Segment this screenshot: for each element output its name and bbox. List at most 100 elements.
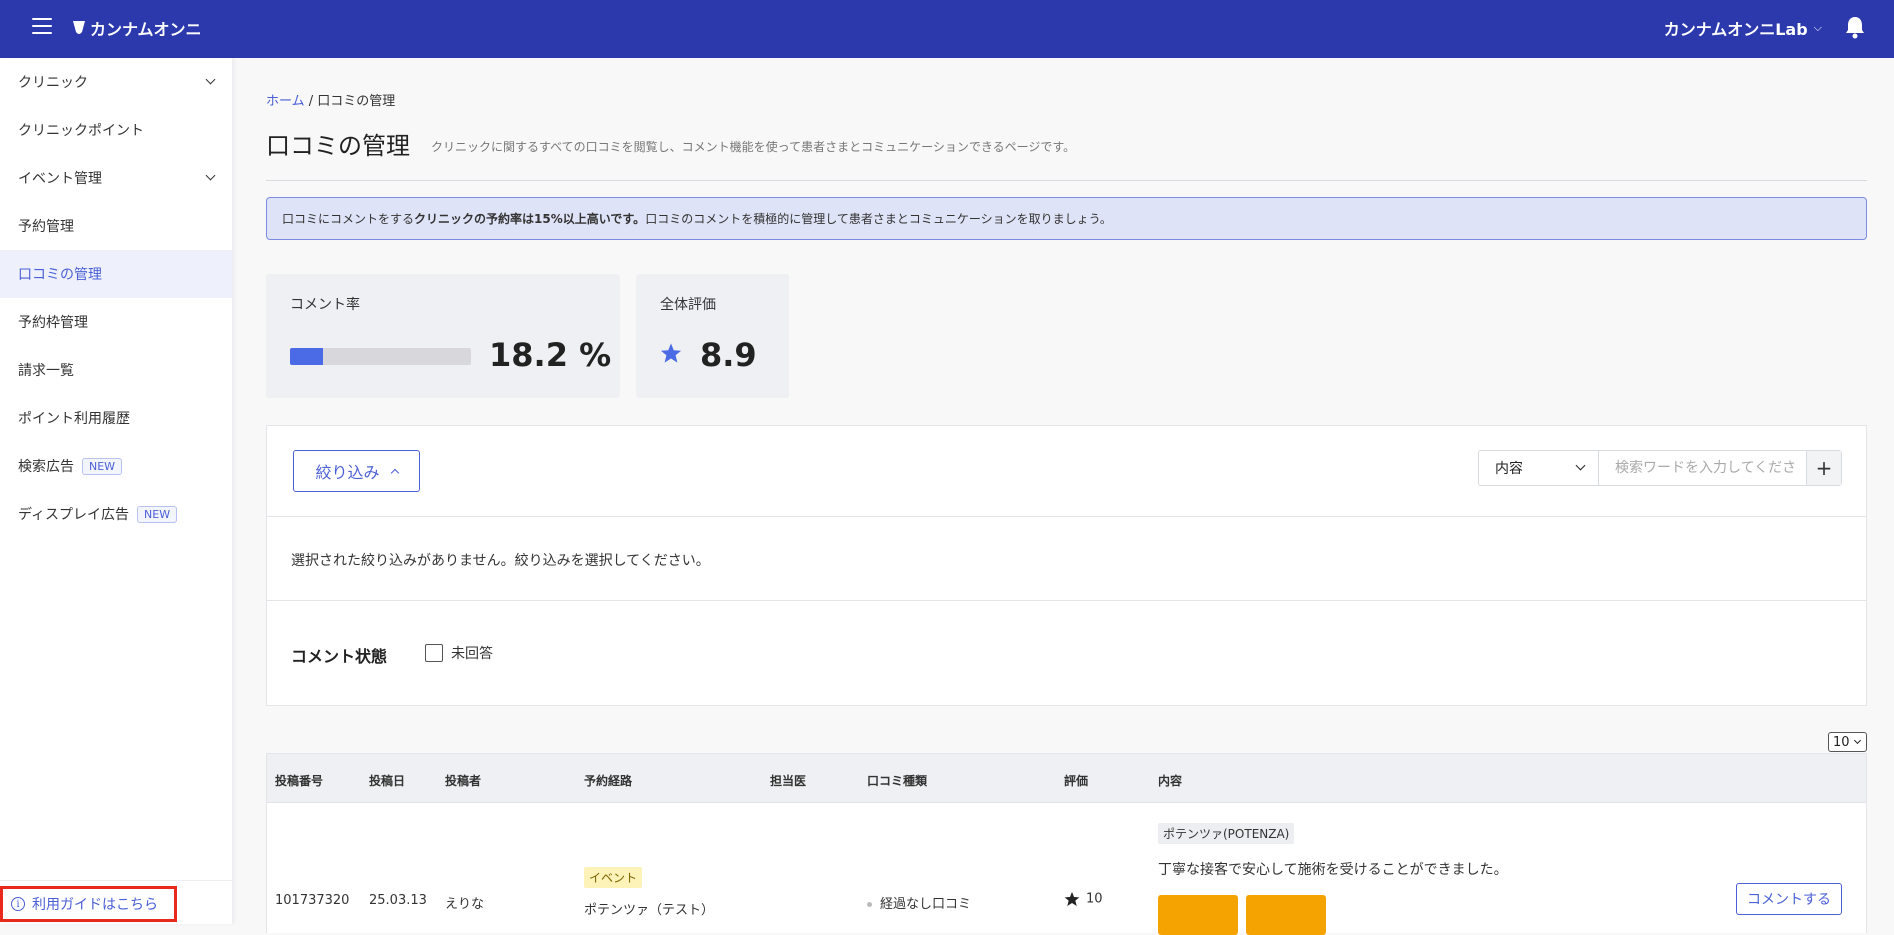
star-icon [660, 343, 682, 363]
post-author: えりな [445, 897, 485, 912]
sidebar-item-label: クリニックポイント [18, 123, 144, 139]
sidebar-item-label: 予約枠管理 [18, 315, 88, 331]
notice-highlight: クリニックの予約率は15%以上高いです。 [414, 212, 646, 226]
column-header-review-type: 口コミ種類 [867, 774, 928, 788]
bell-icon[interactable] [1844, 15, 1866, 39]
sidebar-item-invoices[interactable]: 請求一覧 [0, 346, 232, 394]
column-header-doctor: 担当医 [770, 774, 807, 788]
per-page-value: 10 [1833, 734, 1850, 750]
sidebar-item-reservations[interactable]: 予約管理 [0, 202, 232, 250]
comment-button[interactable]: コメントする [1736, 883, 1842, 915]
filter-toggle-button[interactable]: 絞り込み [293, 450, 420, 492]
treatment-tag: ポテンツァ(POTENZA) [1158, 823, 1295, 844]
logo-mark-icon [73, 21, 85, 34]
filter-button-label: 絞り込み [315, 463, 380, 482]
filter-panel: 絞り込み 内容 + 選択された絞り込みがありません。絞り込みを選択してください。… [266, 425, 1867, 706]
review-photo[interactable] [1158, 895, 1238, 935]
logo[interactable]: カンナムオンニ [72, 16, 202, 40]
table-header: 投稿番号 投稿日 投稿者 予約経路 担当医 口コミ種類 評価 内容 [266, 753, 1867, 803]
sidebar: クリニック クリニックポイント イベント管理 予約管理 口コミの管理 予約枠管理… [0, 58, 233, 924]
comment-rate-progress-fill [290, 348, 323, 365]
post-date: 25.03.13 [369, 893, 427, 908]
sidebar-item-booking-slots[interactable]: 予約枠管理 [0, 298, 232, 346]
sidebar-item-label: 口コミの管理 [18, 267, 102, 283]
comment-rate-value: 18.2 % [489, 336, 612, 374]
breadcrumb-separator: / [304, 94, 318, 109]
new-badge: NEW [137, 505, 178, 523]
chevron-down-icon [205, 170, 216, 181]
new-badge: NEW [82, 457, 123, 475]
breadcrumb-home-link[interactable]: ホーム [266, 94, 305, 109]
review-photo[interactable] [1246, 895, 1326, 935]
no-filter-message: 選択された絞り込みがありません。絞り込みを選択してください。 [291, 553, 710, 569]
chevron-down-icon [1575, 460, 1586, 471]
column-header-date: 投稿日 [369, 774, 406, 788]
sidebar-item-label: 予約管理 [18, 219, 74, 235]
sidebar-item-point-history[interactable]: ポイント利用履歴 [0, 394, 232, 442]
route-name: ポテンツァ（テスト） [584, 903, 715, 918]
review-content: 丁寧な接客で安心して施術を受けることができました。 [1158, 862, 1508, 878]
sidebar-item-event-management[interactable]: イベント管理 [0, 154, 232, 202]
table-row: 101737320 25.03.13 えりな イベント ポテンツァ（テスト） 経… [266, 803, 1867, 935]
divider [267, 516, 1866, 517]
column-header-post-no: 投稿番号 [275, 774, 324, 788]
per-page-select[interactable]: 10 [1828, 732, 1867, 752]
unanswered-label: 未回答 [451, 646, 493, 662]
status-dot [867, 902, 872, 907]
column-header-content: 内容 [1158, 774, 1183, 788]
sidebar-item-clinic[interactable]: クリニック [0, 58, 232, 106]
comment-rate-card: コメント率 18.2 % [266, 274, 620, 398]
unanswered-checkbox[interactable] [425, 644, 443, 662]
add-filter-button[interactable]: + [1806, 451, 1841, 485]
sidebar-item-label: ディスプレイ広告 [18, 507, 130, 523]
search-group: 内容 + [1478, 450, 1842, 486]
page-description: クリニックに関するすべての口コミを閲覧し、コメント機能を使って患者さまとコミュニ… [431, 140, 1076, 154]
rating-cell: 10 [1064, 891, 1103, 907]
comment-state-label: コメント状態 [291, 647, 388, 666]
post-number: 101737320 [275, 893, 350, 908]
column-header-route: 予約経路 [584, 774, 633, 788]
chevron-down-icon: ⌵ [1813, 21, 1822, 34]
comment-rate-label: コメント率 [290, 297, 360, 313]
sidebar-item-label: クリニック [18, 75, 88, 91]
unanswered-checkbox-option[interactable]: 未回答 [425, 643, 493, 663]
column-header-author: 投稿者 [445, 774, 482, 788]
divider [266, 180, 1867, 181]
chevron-down-icon [1853, 736, 1862, 745]
route-tag: イベント [584, 867, 643, 888]
star-icon [1064, 892, 1080, 906]
sidebar-item-label: イベント管理 [18, 171, 102, 187]
divider [267, 600, 1866, 601]
info-icon: i [11, 897, 25, 911]
top-header: カンナムオンニ カンナムオンニLab ⌵ [0, 0, 1894, 58]
sidebar-item-clinic-points[interactable]: クリニックポイント [0, 106, 232, 154]
overall-rating-value: 8.9 [700, 336, 757, 374]
review-type-label: 経過なし口コミ [880, 897, 972, 912]
overall-rating-label: 全体評価 [660, 297, 716, 313]
sidebar-item-label: ポイント利用履歴 [18, 411, 130, 427]
notice-suffix: 口コミのコメントを積極的に管理して患者さまとコミュニケーションを取りましょう。 [645, 212, 1112, 226]
chevron-down-icon [205, 74, 216, 85]
search-field-select[interactable]: 内容 [1479, 451, 1599, 485]
reviews-table: 投稿番号 投稿日 投稿者 予約経路 担当医 口コミ種類 評価 内容 101737… [266, 753, 1867, 935]
logo-text: カンナムオンニ [90, 20, 202, 39]
sidebar-item-reviews[interactable]: 口コミの管理 [0, 250, 232, 298]
menu-icon[interactable] [32, 18, 52, 34]
column-header-rating: 評価 [1064, 774, 1089, 788]
divider [0, 880, 233, 881]
sidebar-item-label: 請求一覧 [18, 363, 74, 379]
breadcrumb: ホーム / 口コミの管理 [266, 90, 395, 109]
sidebar-item-label: 検索広告 [18, 459, 74, 475]
search-field-selected: 内容 [1495, 461, 1523, 477]
sidebar-item-display-ads[interactable]: ディスプレイ広告 NEW [0, 490, 232, 538]
usage-guide-label: 利用ガイドはこちら [32, 897, 158, 913]
usage-guide-link[interactable]: i 利用ガイドはこちら [0, 886, 177, 922]
breadcrumb-current: 口コミの管理 [317, 94, 396, 109]
comment-rate-progress [290, 348, 471, 365]
chevron-up-icon [390, 468, 399, 478]
search-input[interactable] [1599, 451, 1806, 485]
info-notice: 口コミにコメントをする クリニックの予約率は15%以上高いです。 口コミのコメントを… [266, 197, 1867, 240]
user-menu[interactable]: カンナムオンニLab ⌵ [1664, 16, 1822, 40]
user-name: カンナムオンニLab [1663, 20, 1808, 39]
sidebar-item-search-ads[interactable]: 検索広告 NEW [0, 442, 232, 490]
